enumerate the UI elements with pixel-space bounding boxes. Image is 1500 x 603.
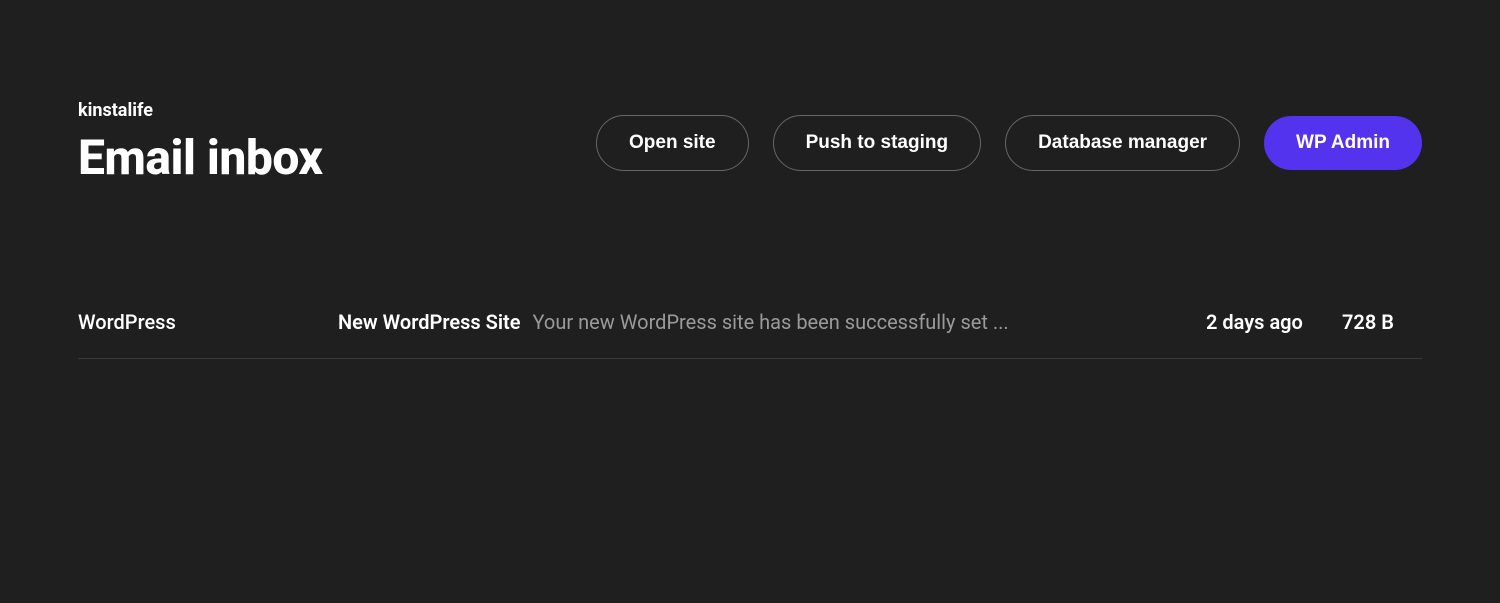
email-row[interactable]: WordPress New WordPress Site Your new Wo… [78, 286, 1422, 359]
page-header: kinstalife Email inbox Open site Push to… [78, 0, 1422, 246]
email-time: 2 days ago [1182, 310, 1342, 334]
email-preview: Your new WordPress site has been success… [533, 310, 1182, 334]
breadcrumb[interactable]: kinstalife [78, 100, 322, 121]
email-subject: New WordPress Site [338, 310, 521, 334]
email-list: WordPress New WordPress Site Your new Wo… [78, 286, 1422, 359]
header-title-group: kinstalife Email inbox [78, 100, 322, 186]
email-size: 728 B [1342, 310, 1422, 334]
email-content: New WordPress Site Your new WordPress si… [338, 310, 1182, 334]
push-to-staging-button[interactable]: Push to staging [773, 115, 982, 171]
page-title: Email inbox [78, 129, 322, 186]
database-manager-button[interactable]: Database manager [1005, 115, 1240, 171]
email-sender: WordPress [78, 310, 338, 334]
wp-admin-button[interactable]: WP Admin [1264, 116, 1422, 170]
open-site-button[interactable]: Open site [596, 115, 749, 171]
header-actions: Open site Push to staging Database manag… [596, 115, 1422, 171]
